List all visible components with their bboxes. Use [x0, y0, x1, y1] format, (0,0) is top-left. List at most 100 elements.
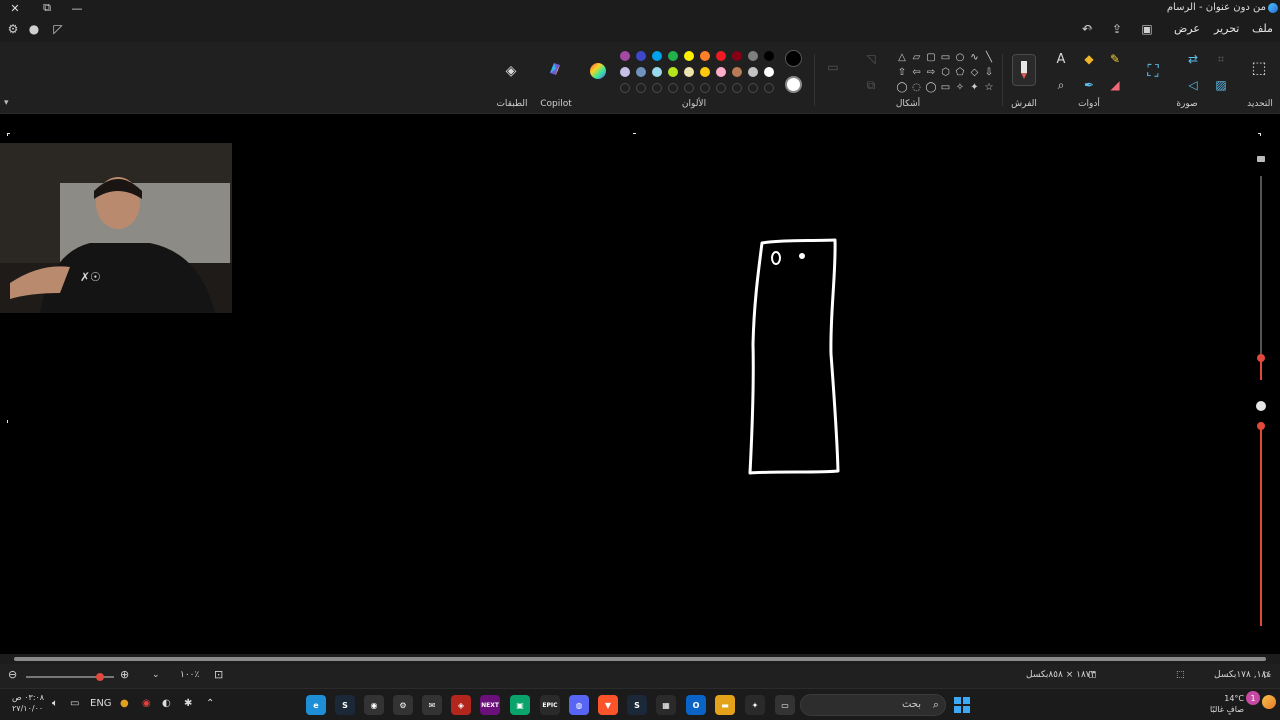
shape-option-icon[interactable]: ╲: [982, 50, 996, 64]
shape-option-icon[interactable]: ⇦: [910, 65, 924, 79]
custom-color-slot[interactable]: [636, 83, 646, 93]
paint-taskbar-icon[interactable]: ▭: [775, 695, 795, 715]
shape-option-icon[interactable]: ▭: [939, 80, 953, 94]
headset-icon[interactable]: ◐: [162, 698, 171, 709]
shape-option-icon[interactable]: ⇨: [924, 65, 938, 79]
shape-option-icon[interactable]: ◌: [910, 80, 924, 94]
search-box[interactable]: بحث ⌕: [800, 694, 946, 716]
color-swatch[interactable]: [668, 51, 678, 61]
display-icon[interactable]: ▭: [70, 698, 79, 709]
settings-taskbar-icon[interactable]: ⚙: [393, 695, 413, 715]
copilot-taskbar-icon[interactable]: ✦: [745, 695, 765, 715]
shape-option-icon[interactable]: ⬠: [953, 65, 967, 79]
steam2-taskbar-icon[interactable]: S: [627, 695, 647, 715]
restore-button[interactable]: ⧉: [36, 0, 58, 16]
color-swatch[interactable]: [732, 67, 742, 77]
speaker-icon[interactable]: 🔈︎: [52, 698, 58, 709]
mail-taskbar-icon[interactable]: ✉: [422, 695, 442, 715]
show-hidden-icons-chevron-icon[interactable]: ⌃: [206, 698, 214, 709]
undo-icon[interactable]: ↶: [1078, 20, 1096, 38]
copilot-icon[interactable]: [546, 60, 564, 78]
secondary-color-swatch[interactable]: [785, 76, 802, 93]
shape-option-icon[interactable]: ◯: [895, 80, 909, 94]
shape-option-icon[interactable]: ◯: [924, 80, 938, 94]
green-app-taskbar-icon[interactable]: ▣: [510, 695, 530, 715]
custom-color-slot[interactable]: [700, 83, 710, 93]
custom-color-slot[interactable]: [748, 83, 758, 93]
color-swatch[interactable]: [668, 67, 678, 77]
color-swatch[interactable]: [620, 67, 630, 77]
chevron-down-icon[interactable]: ▾: [4, 98, 9, 108]
shape-option-icon[interactable]: ⬡: [939, 65, 953, 79]
color-swatch[interactable]: [716, 67, 726, 77]
color-swatch[interactable]: [684, 51, 694, 61]
outline-icon[interactable]: ▭: [824, 58, 842, 76]
bluetooth-icon[interactable]: ✱: [184, 698, 192, 709]
custom-color-slot[interactable]: [620, 83, 630, 93]
recording-icon[interactable]: ◉: [142, 698, 151, 709]
zoom-level[interactable]: ١٠٠٪: [180, 670, 199, 680]
zoom-out-icon[interactable]: ⊖: [8, 668, 17, 681]
shape-option-icon[interactable]: △: [895, 50, 909, 64]
export-icon[interactable]: ⇪: [1108, 20, 1126, 38]
custom-color-slot[interactable]: [668, 83, 678, 93]
color-swatch[interactable]: [764, 51, 774, 61]
resize-icon[interactable]: ▨: [1212, 76, 1230, 94]
zoom-in-icon[interactable]: ⊕: [120, 668, 129, 681]
shape-option-icon[interactable]: ⇩: [982, 65, 996, 79]
text-icon[interactable]: A: [1052, 50, 1070, 68]
color-swatch[interactable]: [652, 67, 662, 77]
menu-file[interactable]: ملف: [1252, 22, 1273, 35]
next-taskbar-icon[interactable]: NEXT: [480, 695, 500, 715]
color-swatch[interactable]: [636, 51, 646, 61]
selection-icon[interactable]: ⬚: [1250, 58, 1268, 77]
shape-option-icon[interactable]: ▢: [924, 50, 938, 64]
image-select-icon[interactable]: ⛶: [1144, 61, 1162, 80]
magnifier-icon[interactable]: ⌕: [1052, 76, 1070, 94]
minimize-button[interactable]: —: [66, 0, 88, 16]
custom-color-slot[interactable]: [764, 83, 774, 93]
share-icon[interactable]: ◸: [49, 20, 67, 38]
microphone-icon[interactable]: ●: [120, 698, 129, 709]
shape-option-icon[interactable]: ○: [953, 50, 967, 64]
color-swatch[interactable]: [716, 51, 726, 61]
steam-taskbar-icon[interactable]: S: [335, 695, 355, 715]
shape-option-icon[interactable]: ∿: [968, 50, 982, 64]
edge-taskbar-icon[interactable]: e: [306, 695, 326, 715]
layers-icon[interactable]: ◈: [502, 62, 520, 80]
outlook-taskbar-icon[interactable]: O: [686, 695, 706, 715]
fill-icon[interactable]: ◹: [862, 50, 880, 68]
fill-options-icon[interactable]: ⧉: [862, 76, 880, 94]
primary-color-swatch[interactable]: [785, 50, 802, 67]
color-swatch[interactable]: [732, 51, 742, 61]
menu-view[interactable]: عرض: [1174, 22, 1200, 35]
color-swatch[interactable]: [764, 67, 774, 77]
menu-edit[interactable]: تحرير: [1214, 22, 1239, 35]
color-swatch[interactable]: [700, 51, 710, 61]
color-swatch[interactable]: [748, 51, 758, 61]
color-swatch[interactable]: [748, 67, 758, 77]
discord-taskbar-icon[interactable]: ◍: [569, 695, 589, 715]
clock[interactable]: ٠٣:٠٨ ص ٢٧/١٠/٠٠: [12, 692, 44, 714]
color-swatch[interactable]: [700, 67, 710, 77]
pencil-icon[interactable]: ✎: [1106, 50, 1124, 68]
brush-button[interactable]: [1012, 54, 1036, 86]
fill-bucket-icon[interactable]: ◆: [1080, 50, 1098, 68]
shape-option-icon[interactable]: ✦: [968, 80, 982, 94]
zoom-dropdown-chevron-icon[interactable]: ⌄: [152, 670, 160, 680]
flip-icon[interactable]: ◁: [1184, 76, 1202, 94]
brave-taskbar-icon[interactable]: ▼: [598, 695, 618, 715]
notification-badge[interactable]: 1: [1246, 691, 1260, 705]
weather-widget[interactable]: 14°C صافٍ غالبًا: [1210, 693, 1244, 715]
close-button[interactable]: ✕: [4, 0, 26, 16]
save-icon[interactable]: ▣: [1138, 20, 1156, 38]
settings-icon[interactable]: ⚙: [4, 20, 22, 38]
custom-color-slot[interactable]: [684, 83, 694, 93]
explorer-taskbar-icon[interactable]: ▬: [715, 695, 735, 715]
rotate-icon[interactable]: ⇄: [1184, 50, 1202, 68]
eraser-icon[interactable]: ◢: [1106, 76, 1124, 94]
crop-icon[interactable]: ⌗: [1212, 50, 1230, 68]
shape-option-icon[interactable]: ☆: [982, 80, 996, 94]
horizontal-scrollbar[interactable]: [0, 654, 1280, 664]
shape-option-icon[interactable]: ⇧: [895, 65, 909, 79]
